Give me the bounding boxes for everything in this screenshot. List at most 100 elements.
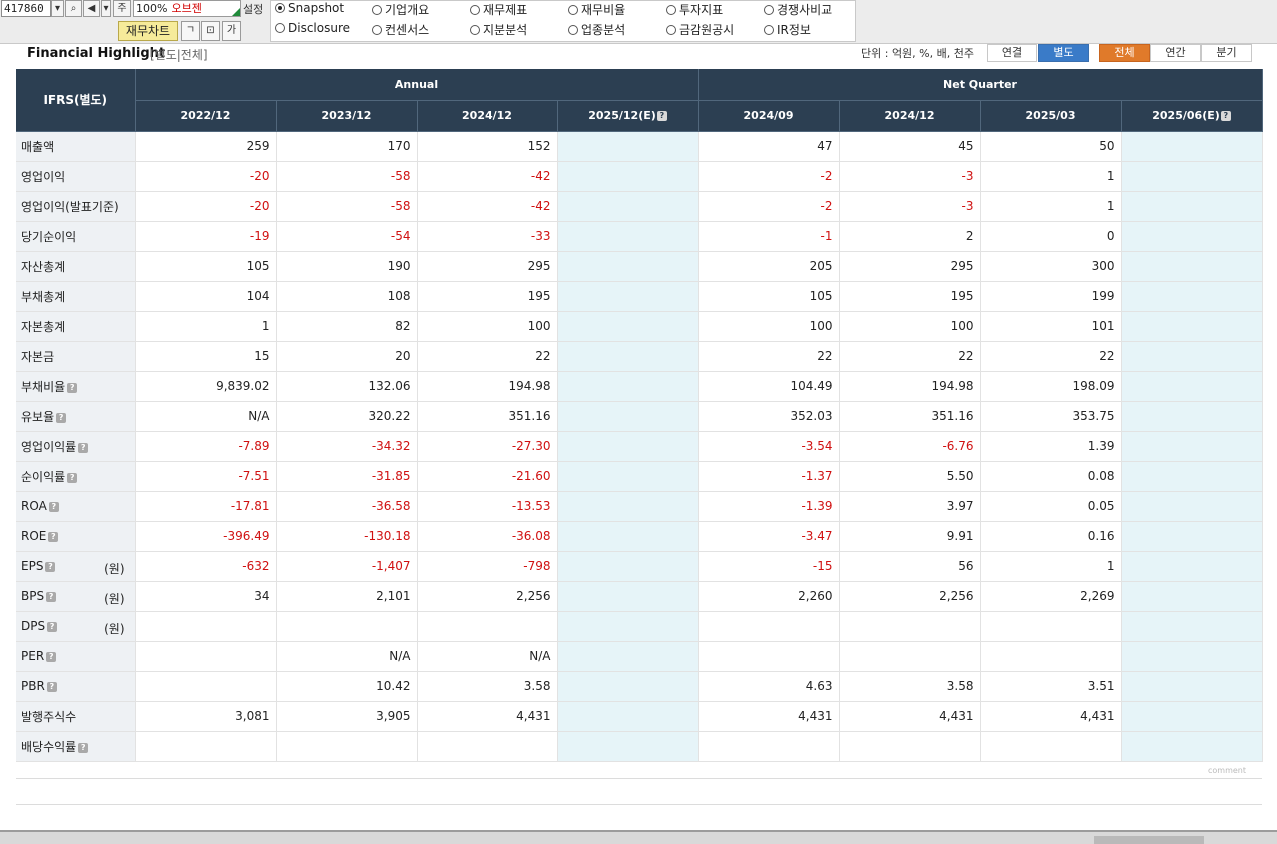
table-cell [557, 731, 699, 762]
table-cell: N/A [417, 641, 558, 672]
table-cell: 101 [980, 311, 1122, 342]
help-icon[interactable]: ? [656, 111, 667, 121]
help-icon[interactable]: ? [78, 442, 89, 453]
help-icon[interactable]: ? [46, 652, 57, 662]
table-cell: 4,431 [980, 701, 1122, 732]
table-cell: 320.22 [276, 401, 418, 432]
help-icon[interactable]: ? [46, 682, 57, 692]
ifrs-header: IFRS(별도) [16, 69, 136, 132]
help-icon[interactable]: ? [78, 742, 89, 753]
table-row: 유보율? N/A 320.22 351.16 352.03 351.16 353.75 [16, 401, 1263, 432]
table-row: BPS? (원) 34 2,101 2,256 2,260 2,256 2,269 [16, 581, 1263, 612]
table-cell: -1.39 [698, 491, 840, 522]
separate-toggle[interactable]: 별도 [1038, 44, 1089, 62]
table-cell: N/A [135, 401, 277, 432]
table-row: ROA? -17.81 -36.58 -13.53 -1.39 3.97 0.05 [16, 491, 1263, 522]
finance-chart-button[interactable]: 재무차트 [118, 21, 178, 41]
row-label: 순이익률? [16, 461, 136, 492]
radio-competitor-comparison[interactable]: 경쟁사비교 [764, 1, 832, 18]
font-small-icon[interactable]: ㄱ [181, 21, 200, 41]
scrollbar-thumb[interactable] [1094, 836, 1204, 844]
radio-financial-statements[interactable]: 재무제표 [470, 1, 527, 18]
radio-snapshot[interactable]: Snapshot [275, 1, 344, 15]
table-cell: 3.58 [417, 671, 558, 702]
table-cell: 2,260 [698, 581, 840, 612]
help-icon[interactable]: ? [46, 592, 57, 602]
radio-company-overview[interactable]: 기업개요 [372, 1, 429, 18]
all-period-toggle[interactable]: 전체 [1099, 44, 1150, 62]
help-icon[interactable]: ? [45, 562, 56, 572]
radio-consensus[interactable]: 컨센서스 [372, 21, 429, 38]
table-cell: 1.39 [980, 431, 1122, 462]
table-cell: -632 [135, 551, 277, 582]
table-cell: 22 [839, 341, 981, 372]
setting-link[interactable]: 설정 [243, 1, 263, 17]
column-header: 2024/12 [417, 100, 558, 132]
help-icon[interactable]: ? [47, 622, 58, 632]
radio-disclosure[interactable]: Disclosure [275, 21, 350, 35]
table-cell [557, 191, 699, 222]
table-cell: 0.08 [980, 461, 1122, 492]
table-cell: -19 [135, 221, 277, 252]
table-cell [1121, 191, 1263, 222]
table-cell: 2,101 [276, 581, 418, 612]
radio-equity-analysis[interactable]: 지분분석 [470, 21, 527, 38]
quarter-toggle[interactable]: 분기 [1201, 44, 1252, 62]
column-header: 2024/09 [698, 100, 840, 132]
radio-financial-ratios[interactable]: 재무비율 [568, 1, 625, 18]
annual-toggle[interactable]: 연간 [1150, 44, 1201, 62]
comment-link[interactable]: comment [1208, 766, 1246, 775]
help-icon[interactable]: ? [1220, 111, 1231, 121]
dropdown-arrow-icon[interactable]: ▾ [51, 0, 64, 17]
help-icon[interactable]: ? [67, 382, 78, 393]
radio-fss-disclosure[interactable]: 금감원공시 [666, 21, 734, 38]
consolidated-toggle[interactable]: 연결 [987, 44, 1037, 62]
radio-industry-analysis[interactable]: 업종분석 [568, 21, 625, 38]
speaker-icon[interactable]: ◀ [83, 0, 100, 17]
help-icon[interactable]: ? [56, 412, 67, 423]
table-row: 당기순이익 -19 -54 -33 -1 2 0 [16, 221, 1263, 252]
jong-button[interactable]: 주 [113, 0, 131, 17]
help-icon[interactable]: ? [67, 472, 78, 483]
annual-group-header: Annual [135, 69, 699, 101]
table-cell: -58 [276, 161, 418, 192]
table-cell [1121, 731, 1263, 762]
table-cell: 9.91 [839, 521, 981, 552]
radio-ir-info[interactable]: IR정보 [764, 21, 811, 38]
table-cell [1121, 641, 1263, 672]
table-cell [1121, 521, 1263, 552]
table-row: 부채총계 104 108 195 105 195 199 [16, 281, 1263, 312]
row-label: EPS? (원) [16, 551, 136, 582]
font-large-icon[interactable]: 가 [222, 21, 241, 41]
table-cell [557, 491, 699, 522]
help-icon[interactable]: ? [48, 532, 59, 542]
table-cell [557, 251, 699, 282]
table-cell [557, 671, 699, 702]
zoom-company-field[interactable]: 100% 오브젠 [133, 0, 241, 17]
table-row: EPS? (원) -632 -1,407 -798 -15 56 1 [16, 551, 1263, 582]
table-cell [1121, 401, 1263, 432]
search-icon[interactable]: ⌕ [65, 0, 82, 17]
expand-icon[interactable]: ⊡ [201, 21, 220, 41]
table-cell: 195 [417, 281, 558, 312]
speaker-menu-icon[interactable]: ▾ [101, 0, 111, 17]
help-icon[interactable]: ? [48, 502, 59, 512]
row-label: 영업이익(발표기준) [16, 191, 136, 222]
radio-dot-icon [275, 23, 285, 33]
radio-investment-indicators[interactable]: 투자지표 [666, 1, 723, 18]
table-cell: 22 [417, 341, 558, 372]
table-row: 순이익률? -7.51 -31.85 -21.60 -1.37 5.50 0.08 [16, 461, 1263, 492]
table-cell: -3 [839, 161, 981, 192]
table-cell [557, 551, 699, 582]
table-cell: -13.53 [417, 491, 558, 522]
table-cell: 20 [276, 341, 418, 372]
table-cell [135, 641, 277, 672]
table-cell [557, 371, 699, 402]
column-header: 2025/06(E)? [1121, 100, 1263, 132]
stock-code-input[interactable]: 417860 [1, 0, 51, 17]
table-cell [1121, 341, 1263, 372]
menu-radio-panel: Snapshot 기업개요 재무제표 재무비율 투자지표 경쟁사비교 Discl… [270, 0, 856, 42]
table-cell: -130.18 [276, 521, 418, 552]
horizontal-scrollbar[interactable] [0, 830, 1277, 844]
table-cell: 300 [980, 251, 1122, 282]
